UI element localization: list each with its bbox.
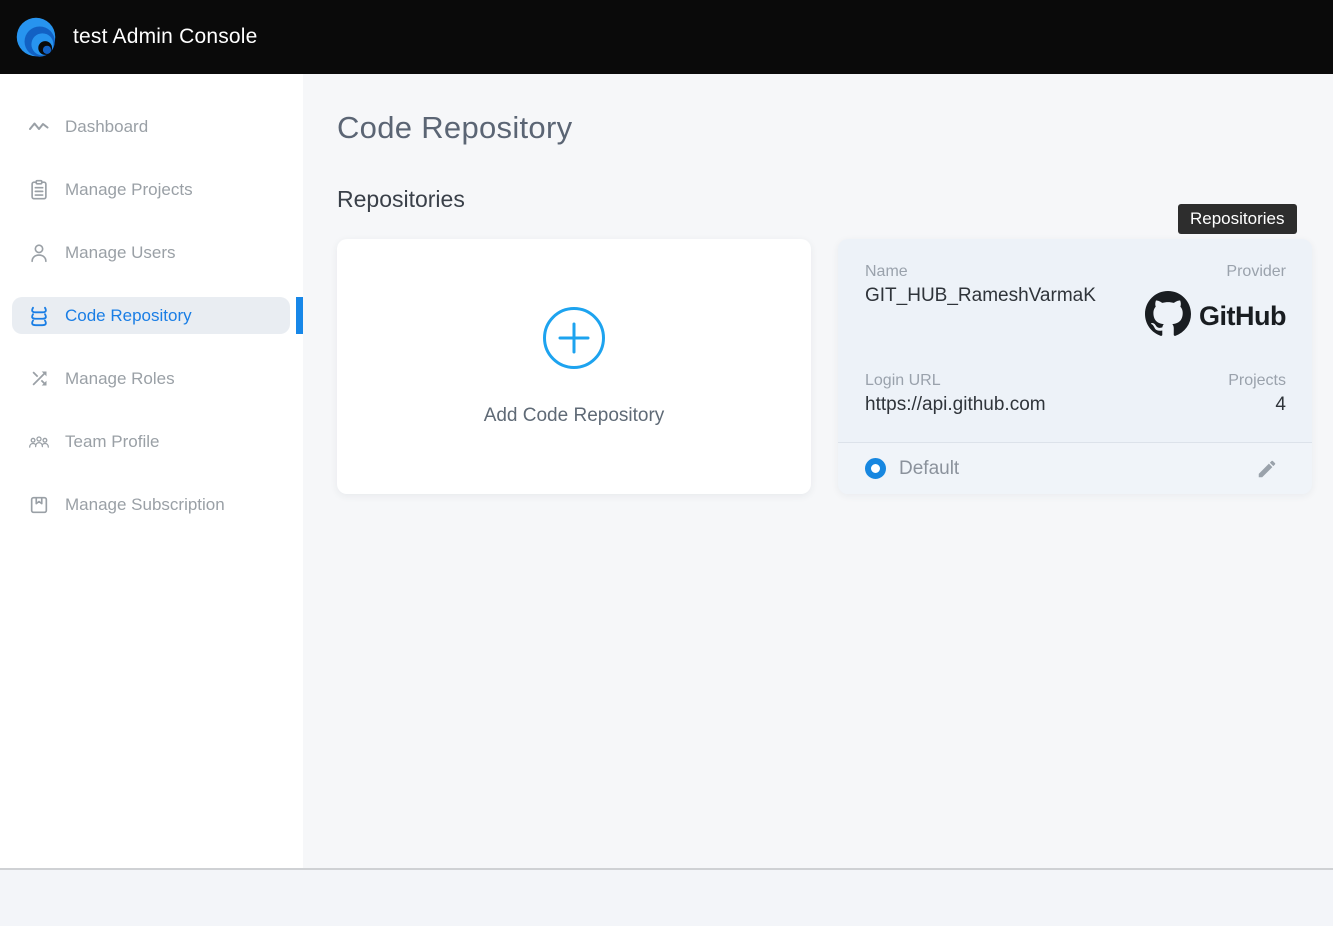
projects-count: 4: [1228, 394, 1286, 416]
repo-projects-field: Projects 4: [1228, 372, 1286, 416]
github-logo: GitHub: [1145, 291, 1286, 342]
github-icon: [1145, 291, 1191, 342]
sidebar-item-label: Team Profile: [65, 432, 159, 452]
repo-card-footer: Default: [838, 442, 1312, 494]
sidebar-item-label: Manage Subscription: [65, 495, 225, 515]
sidebar-item-manage-subscription[interactable]: Manage Subscription: [12, 486, 290, 523]
pencil-icon[interactable]: [1256, 457, 1280, 481]
sidebar-item-manage-projects[interactable]: Manage Projects: [12, 171, 290, 208]
login-url-value: https://api.github.com: [865, 394, 1046, 416]
footer-band: [0, 868, 1333, 926]
github-wordmark: GitHub: [1199, 301, 1286, 332]
login-url-label: Login URL: [865, 372, 1046, 390]
shuffle-icon: [28, 368, 50, 390]
add-card-label: Add Code Repository: [484, 405, 665, 427]
sidebar-item-code-repository[interactable]: Code Repository: [12, 297, 290, 334]
repository-card: Name GIT_HUB_RameshVarmaK Provider: [838, 239, 1312, 494]
projects-label: Projects: [1228, 372, 1286, 390]
repo-provider-field: Provider GitHub: [1145, 263, 1286, 342]
repo-name-field: Name GIT_HUB_RameshVarmaK: [865, 263, 1096, 342]
save-icon: [28, 494, 50, 516]
sidebar-item-label: Dashboard: [65, 117, 148, 137]
sidebar-item-label: Manage Users: [65, 243, 176, 263]
sidebar-item-team-profile[interactable]: Team Profile: [12, 423, 290, 460]
sidebar-item-label: Manage Projects: [65, 180, 193, 200]
sidebar-item-manage-roles[interactable]: Manage Roles: [12, 360, 290, 397]
activity-icon: [28, 116, 50, 138]
plus-circle-icon[interactable]: [542, 306, 606, 375]
repository-cards: Add Code Repository Name GIT_HUB_RameshV…: [337, 239, 1333, 494]
sidebar: Dashboard Manage Projects: [0, 74, 303, 868]
sidebar-item-label: Code Repository: [65, 306, 192, 326]
repo-login-url-field: Login URL https://api.github.com: [865, 372, 1046, 416]
main-content: Code Repository Repositories Add Code Re…: [303, 74, 1333, 868]
provider-label: Provider: [1145, 263, 1286, 281]
name-value: GIT_HUB_RameshVarmaK: [865, 285, 1096, 307]
app-title: test Admin Console: [73, 25, 258, 49]
default-radio[interactable]: [865, 458, 886, 479]
default-label: Default: [899, 458, 959, 480]
user-icon: [28, 242, 50, 264]
team-icon: [28, 431, 50, 453]
page-title: Code Repository: [337, 110, 1333, 146]
topbar: test Admin Console: [0, 0, 1333, 74]
clipboard-icon: [28, 179, 50, 201]
name-label: Name: [865, 263, 1096, 281]
add-code-repository-card[interactable]: Add Code Repository: [337, 239, 811, 494]
repository-stack-icon: [28, 305, 50, 327]
sidebar-item-dashboard[interactable]: Dashboard: [12, 108, 290, 145]
repositories-tooltip: Repositories: [1178, 204, 1297, 234]
sidebar-item-label: Manage Roles: [65, 369, 175, 389]
sidebar-item-manage-users[interactable]: Manage Users: [12, 234, 290, 271]
wave-logo-icon: [14, 15, 58, 59]
